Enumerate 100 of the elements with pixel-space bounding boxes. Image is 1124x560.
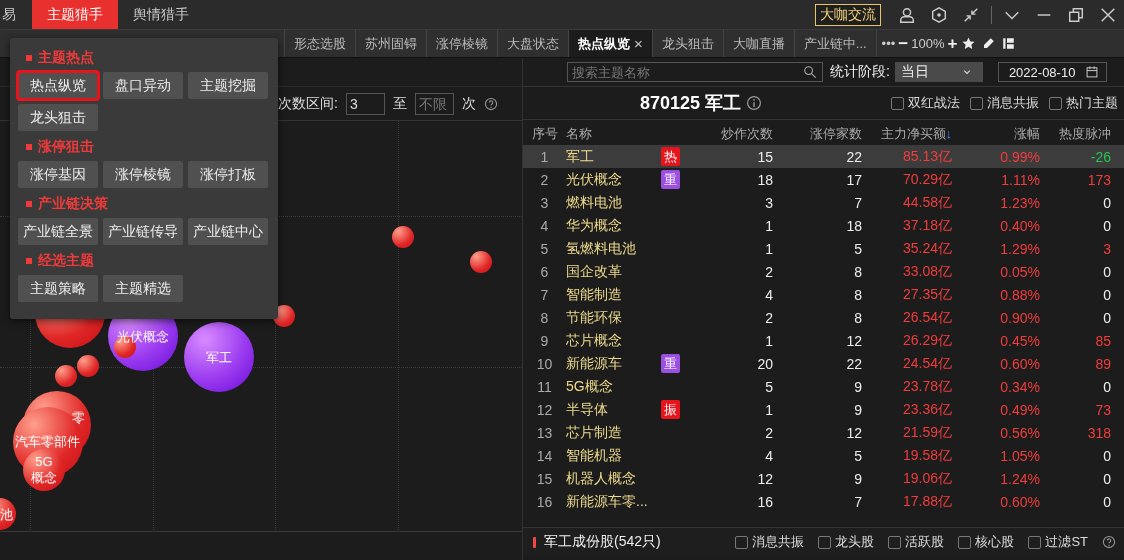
table-cell-text: 0.88% (999, 286, 1040, 303)
table-cell-text: 0.56% (999, 424, 1040, 441)
table-cell-text: 89 (1094, 355, 1111, 372)
table-cell-text: 26.29亿 (901, 331, 952, 350)
table-cell-text: 33.08亿 (901, 262, 952, 281)
bubble-label: 军工 (206, 349, 232, 366)
table-cell-text: 新能源车 (566, 354, 623, 373)
table-cell-text: 10 (535, 355, 554, 372)
table-cell-text: 光伏概念 (566, 170, 623, 189)
table-cell-text: 73 (1094, 401, 1111, 418)
table-cell-text: 8 (853, 286, 862, 303)
checkbox-label: 龙头股 (835, 533, 875, 551)
section-title: 主题热点 (38, 49, 94, 67)
table-cell-text: 4 (764, 286, 773, 303)
unit-label: 次 (461, 94, 476, 113)
checkbox-label: 活跃股 (905, 533, 945, 551)
bubble-label: 5G概念 (30, 454, 58, 486)
table-cell-text: 35.24亿 (901, 239, 952, 258)
section-title: 产业链决策 (38, 195, 108, 213)
table-cell-text: 3 (764, 194, 773, 211)
table-cell-text: 5 (853, 447, 862, 464)
table-cell-text: 1.24% (999, 470, 1040, 487)
table-cell-text: 9 (853, 378, 862, 395)
table-cell-text: 芯片概念 (566, 331, 623, 350)
table-cell-text: 0.40% (999, 217, 1040, 234)
table-cell-text: 12 (535, 401, 554, 418)
table-cell-text: 5 (853, 240, 862, 257)
table-cell-text: 7 (853, 194, 862, 211)
table-cell-text: 70.29亿 (901, 170, 952, 189)
table-cell-text: 节能环保 (566, 308, 623, 327)
table-cell-text: 16 (756, 493, 773, 510)
table-cell-text: 12 (756, 470, 773, 487)
table-cell-text: 22 (845, 355, 862, 372)
table-cell-text: 6 (539, 263, 550, 280)
zoom-level: 100% (911, 36, 945, 51)
section-title: 经选主题 (38, 252, 94, 270)
table-cell-text: 1 (764, 240, 773, 257)
table-cell-text: 芯片制造 (566, 423, 623, 442)
table-cell-text: 8 (853, 309, 862, 326)
table-cell-text: 0 (1102, 493, 1111, 510)
table-cell-text: 13 (535, 424, 554, 441)
table-cell-text: 85 (1094, 332, 1111, 349)
table-cell-text: 14 (535, 447, 554, 464)
table-cell-text: 0 (1102, 194, 1111, 211)
table-cell-text: 半导体 (566, 400, 609, 419)
table-cell-text: 燃料电池 (566, 193, 623, 212)
table-cell-text: 华为概念 (566, 216, 623, 235)
bubble-label: 池 (0, 506, 13, 523)
table-cell-text: 氢燃料电池 (566, 239, 637, 258)
table-cell-text: 5G概念 (566, 377, 614, 396)
table-cell-text: 11 (536, 378, 553, 395)
table-cell-text: 19.06亿 (901, 469, 952, 488)
table-cell-text: 318 (1086, 424, 1111, 441)
table-cell-text: 1.23% (999, 194, 1040, 211)
table-cell-text: 9 (539, 332, 550, 349)
table-cell-text: 0 (1102, 217, 1111, 234)
table-cell-text: 27.35亿 (901, 285, 952, 304)
table-cell-text: 22 (845, 148, 862, 165)
table-cell-text: 1 (764, 401, 773, 418)
table-cell-text: 0.34% (999, 378, 1040, 395)
table-cell-text: 机器人概念 (566, 469, 637, 488)
table-cell-text: 19.58亿 (901, 446, 952, 465)
table-cell-text: 0 (1102, 309, 1111, 326)
period-label: 统计阶段: (830, 63, 890, 81)
table-cell-text: 23.78亿 (901, 377, 952, 396)
table-cell-text: 0.49% (999, 401, 1040, 418)
table-cell-text: 18 (845, 217, 862, 234)
tag: 重 (661, 354, 680, 373)
table-cell-text: 0.99% (999, 148, 1040, 165)
table-cell-text: 智能机器 (566, 446, 623, 465)
table-cell-text: 85.13亿 (901, 147, 952, 166)
checkbox-label: 热门主题 (1066, 94, 1118, 112)
table-cell-text: 9 (853, 401, 862, 418)
table-cell-text: 1 (764, 332, 773, 349)
table-cell-text: 1.11% (1000, 171, 1040, 188)
section-title: 涨停狙击 (38, 138, 94, 156)
tag: 热 (661, 147, 680, 166)
table-cell-text: 2 (539, 171, 550, 188)
table-cell-text: 4 (764, 447, 773, 464)
checkbox-label: 双红战法 (908, 94, 960, 112)
table-cell-text: 0 (1102, 286, 1111, 303)
table-cell-text: 44.58亿 (901, 193, 952, 212)
table-cell-text: -26 (1089, 148, 1111, 165)
range-label: 次数区间: (278, 94, 338, 113)
checkbox-label: 消息共振 (752, 533, 805, 551)
table-cell-text: 3 (1102, 240, 1111, 257)
table-cell-text: 2 (764, 263, 773, 280)
theme-title: 870125 军工 (640, 92, 742, 115)
table-cell-text: 2 (764, 424, 773, 441)
tag: 重 (661, 170, 680, 189)
table-cell-text: 21.59亿 (901, 423, 952, 442)
table-cell-text: 8 (539, 309, 550, 326)
table-cell-text: 0.60% (999, 355, 1040, 372)
table-cell-text: 18 (756, 171, 773, 188)
constituents-title: 军工成份股(542只) (544, 533, 661, 551)
table-cell-text: 17.88亿 (901, 492, 952, 511)
table-cell-text: 12 (845, 332, 862, 349)
table-cell-text: 国企改革 (566, 262, 623, 281)
table-cell-text: 7 (539, 286, 550, 303)
to-label: 至 (392, 94, 407, 113)
